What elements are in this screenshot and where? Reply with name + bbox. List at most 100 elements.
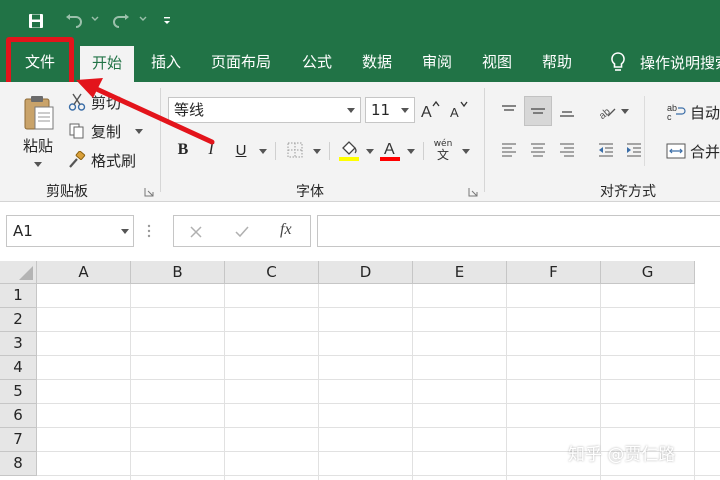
title-bar (0, 0, 720, 42)
font-dialog-launcher-icon[interactable] (468, 187, 478, 197)
select-all-triangle-icon (19, 266, 33, 280)
font-name-value: 等线 (174, 101, 205, 119)
column-header[interactable]: D (319, 261, 413, 284)
phonetic-guide-button[interactable]: wén 文 (430, 136, 456, 164)
font-name-combo[interactable]: 等线 (168, 97, 361, 123)
row-header[interactable]: 3 (0, 332, 37, 356)
formula-input[interactable] (317, 215, 720, 247)
borders-icon[interactable] (283, 138, 307, 162)
redo-dropdown-icon[interactable] (138, 14, 148, 24)
row-header[interactable]: 1 (0, 284, 37, 308)
grid-line (37, 331, 720, 332)
align-center-icon[interactable] (524, 136, 552, 164)
formula-bar-buttons: fx (173, 215, 311, 247)
copy-button[interactable]: 复制 (68, 119, 144, 143)
font-divider (423, 142, 424, 160)
font-size-dropdown-icon[interactable] (396, 98, 414, 122)
group-separator (160, 88, 161, 192)
tab-help[interactable]: 帮助 (532, 42, 582, 82)
cut-button[interactable]: 剪切 (68, 90, 121, 114)
font-size-combo[interactable]: 11 (365, 97, 415, 123)
insert-function-button[interactable]: fx (280, 221, 292, 239)
save-icon[interactable] (26, 10, 46, 32)
grid-line (37, 355, 720, 356)
copy-dropdown-icon[interactable] (135, 128, 144, 134)
name-box-value: A1 (13, 222, 33, 240)
formula-bar: A1 fx (0, 203, 720, 261)
undo-dropdown-icon[interactable] (90, 14, 100, 24)
svg-text:A: A (421, 104, 432, 120)
align-right-icon[interactable] (554, 136, 580, 164)
tab-review[interactable]: 审阅 (412, 42, 462, 82)
align-left-icon[interactable] (496, 136, 522, 164)
tab-formulas[interactable]: 公式 (292, 42, 342, 82)
align-top-icon[interactable] (496, 96, 522, 126)
svg-text:A: A (384, 141, 395, 158)
font-divider (275, 142, 276, 160)
italic-button[interactable]: I (201, 138, 221, 162)
tab-insert[interactable]: 插入 (142, 42, 190, 82)
fill-color-button[interactable] (337, 136, 361, 164)
group-separator (484, 88, 485, 192)
scissors-icon (68, 93, 86, 111)
increase-indent-icon[interactable] (622, 136, 646, 164)
undo-icon[interactable] (63, 10, 85, 32)
wrap-text-icon: abc (667, 103, 686, 122)
underline-dropdown-icon[interactable] (259, 149, 267, 154)
tab-file[interactable]: 文件 (12, 42, 68, 82)
enter-check-icon[interactable] (234, 224, 250, 240)
phonetic-dropdown-icon[interactable] (462, 149, 470, 154)
format-painter-button[interactable]: 格式刷 (68, 148, 136, 172)
underline-button[interactable]: U (229, 138, 253, 162)
tab-view[interactable]: 视图 (472, 42, 522, 82)
column-header[interactable]: E (413, 261, 507, 284)
redo-icon[interactable] (110, 10, 132, 32)
font-color-button[interactable]: A (378, 136, 402, 164)
merge-label: 合并 (690, 142, 720, 161)
clipboard-group-label: 剪贴板 (46, 184, 88, 200)
fill-color-dropdown-icon[interactable] (366, 149, 374, 154)
font-name-dropdown-icon[interactable] (342, 98, 360, 122)
row-header[interactable]: 6 (0, 404, 37, 428)
align-middle-icon[interactable] (524, 96, 552, 126)
borders-dropdown-icon[interactable] (313, 149, 321, 154)
tab-data[interactable]: 数据 (352, 42, 402, 82)
ribbon-home: 粘贴 剪切 复制 格式刷 剪贴板 等线 11 A A B I U A wén 文… (0, 82, 720, 202)
orientation-dropdown-icon[interactable] (621, 109, 629, 114)
row-header[interactable]: 4 (0, 356, 37, 380)
column-header[interactable]: F (507, 261, 601, 284)
row-header[interactable]: 7 (0, 428, 37, 452)
font-group-label: 字体 (296, 184, 324, 200)
customize-quick-access-icon[interactable] (160, 10, 174, 32)
row-header[interactable]: 2 (0, 308, 37, 332)
row-header[interactable]: 8 (0, 452, 37, 476)
merge-center-button[interactable]: 合并 (666, 138, 720, 164)
text-orientation-icon[interactable]: ab (594, 96, 620, 126)
decrease-font-size-icon[interactable]: A (447, 98, 469, 122)
name-box[interactable]: A1 (6, 215, 134, 247)
column-header[interactable]: C (225, 261, 319, 284)
font-color-dropdown-icon[interactable] (407, 149, 415, 154)
wrap-text-button[interactable]: ab c 自动 (666, 98, 720, 126)
increase-font-size-icon[interactable]: A (419, 98, 441, 122)
column-header[interactable]: A (37, 261, 131, 284)
cancel-icon[interactable] (188, 224, 204, 240)
copy-icon (69, 123, 84, 139)
select-all-button[interactable] (0, 261, 37, 284)
grid-line (37, 475, 720, 476)
font-size-value: 11 (371, 101, 391, 119)
row-header[interactable]: 5 (0, 380, 37, 404)
bold-button[interactable]: B (173, 138, 193, 162)
decrease-indent-icon[interactable] (594, 136, 618, 164)
tell-me-search[interactable]: 操作说明搜索 (606, 42, 720, 82)
align-bottom-icon[interactable] (554, 96, 580, 126)
column-header[interactable]: G (601, 261, 695, 284)
clipboard-dialog-launcher-icon[interactable] (144, 187, 154, 197)
tab-page-layout[interactable]: 页面布局 (202, 42, 280, 82)
name-box-dropdown-icon[interactable] (121, 216, 129, 246)
column-header[interactable]: B (131, 261, 225, 284)
tab-home[interactable]: 开始 (80, 46, 134, 82)
formula-bar-resize-handle[interactable] (146, 223, 152, 239)
cut-label: 剪切 (91, 93, 122, 112)
paste-button[interactable]: 粘贴 (14, 92, 62, 170)
